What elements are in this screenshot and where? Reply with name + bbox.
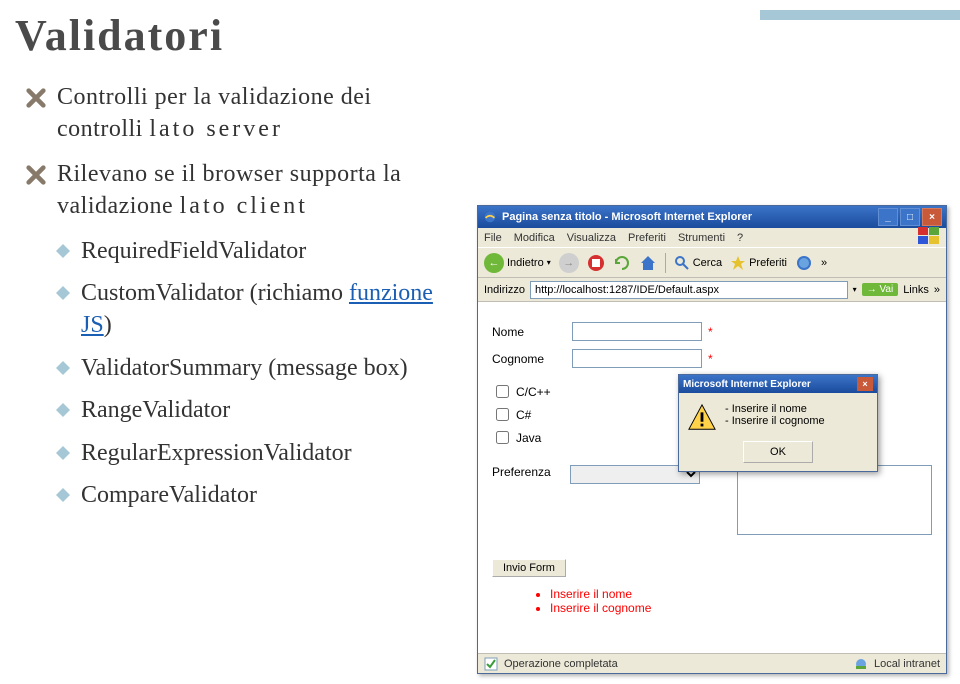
menu-view[interactable]: Visualizza	[567, 232, 616, 244]
msgbox-line1: - Inserire il nome	[725, 403, 825, 415]
fav-button[interactable]: Preferiti	[730, 255, 787, 271]
diamond-bullet-icon	[55, 445, 71, 461]
err-nome: Inserire il nome	[550, 587, 932, 601]
ie-app-icon	[482, 209, 498, 225]
row-cognome: Cognome *	[492, 349, 932, 368]
go-button[interactable]: → Vai	[862, 283, 899, 296]
menu-tools[interactable]: Strumenti	[678, 232, 725, 244]
row-nome: Nome *	[492, 322, 932, 341]
item-range: RangeValidator	[55, 394, 460, 426]
x-bullet-icon	[25, 87, 47, 109]
media-button[interactable]	[795, 254, 813, 272]
slide-content: Controlli per la validazione dei control…	[25, 81, 460, 511]
addr-input[interactable]	[530, 281, 848, 299]
back-button[interactable]: ← Indietro ▾	[484, 253, 551, 273]
minimize-button[interactable]: _	[878, 208, 898, 226]
status-right: Local intranet	[874, 658, 940, 670]
chk-csharp-box[interactable]	[496, 408, 509, 421]
cognome-input[interactable]	[572, 349, 702, 368]
diamond-bullet-icon	[55, 360, 71, 376]
ie-menubar[interactable]: File Modifica Visualizza Preferiti Strum…	[478, 228, 946, 248]
item-custom-pre: CustomValidator (richiamo	[81, 280, 349, 306]
close-button[interactable]: ×	[922, 208, 942, 226]
maximize-button[interactable]: □	[900, 208, 920, 226]
item-compare: CompareValidator	[55, 479, 460, 511]
fav-label: Preferiti	[749, 257, 787, 269]
messagebox-ok-button[interactable]: OK	[743, 441, 813, 463]
addr-label: Indirizzo	[484, 284, 525, 296]
item-regex: RegularExpressionValidator	[55, 437, 460, 469]
ie-title-text: Pagina senza titolo - Microsoft Internet…	[502, 211, 752, 223]
win-logo-icon	[918, 227, 940, 248]
accent-bar	[760, 10, 960, 20]
back-label: Indietro	[507, 257, 544, 269]
done-icon	[484, 657, 498, 671]
refresh-button[interactable]	[613, 254, 631, 272]
warning-icon	[687, 403, 717, 433]
nome-label: Nome	[492, 325, 572, 339]
menu-file[interactable]: File	[484, 232, 502, 244]
item-summary-text: ValidatorSummary (message box)	[81, 352, 408, 384]
ie-window: Pagina senza titolo - Microsoft Internet…	[477, 205, 947, 674]
chk-ccpp-lbl: C/C++	[516, 385, 551, 399]
item-compare-text: CompareValidator	[81, 479, 257, 511]
bullet-server-kw: lato server	[149, 116, 283, 142]
bullet-client: Rilevano se il browser supporta la valid…	[25, 158, 460, 223]
nome-asterisk: *	[708, 325, 713, 339]
home-button[interactable]	[639, 254, 657, 272]
links-label[interactable]: Links	[903, 284, 929, 296]
item-required: RequiredFieldValidator	[55, 235, 460, 267]
menu-help[interactable]: ?	[737, 232, 743, 244]
cognome-asterisk: *	[708, 352, 713, 366]
msgbox-line2: - Inserire il cognome	[725, 415, 825, 427]
messagebox-titlebar[interactable]: Microsoft Internet Explorer ×	[679, 375, 877, 393]
status-left: Operazione completata	[504, 658, 618, 670]
messagebox-close-button[interactable]: ×	[857, 377, 873, 391]
pref-textarea[interactable]	[737, 465, 932, 535]
item-custom: CustomValidator (richiamo funzione JS)	[55, 277, 460, 342]
messagebox-title-text: Microsoft Internet Explorer	[683, 379, 811, 390]
item-summary: ValidatorSummary (message box)	[55, 352, 460, 384]
search-button[interactable]: Cerca	[674, 255, 722, 271]
chk-csharp-lbl: C#	[516, 408, 531, 422]
ie-titlebar[interactable]: Pagina senza titolo - Microsoft Internet…	[478, 206, 946, 228]
item-custom-post: )	[104, 312, 112, 338]
item-regex-text: RegularExpressionValidator	[81, 437, 352, 469]
item-required-text: RequiredFieldValidator	[81, 235, 306, 267]
chk-java-box[interactable]	[496, 431, 509, 444]
nome-input[interactable]	[572, 322, 702, 341]
forward-button[interactable]: →	[559, 253, 579, 273]
ie-addressbar: Indirizzo ▾ → Vai Links »	[478, 278, 946, 302]
diamond-bullet-icon	[55, 402, 71, 418]
err-cognome: Inserire il cognome	[550, 601, 932, 615]
submit-button[interactable]: Invio Form	[492, 559, 566, 577]
web-page: Nome * Cognome * C/C++ C# Java Preferenz…	[478, 302, 946, 653]
stop-button[interactable]	[587, 254, 605, 272]
chk-java-lbl: Java	[516, 431, 541, 445]
chk-ccpp-box[interactable]	[496, 385, 509, 398]
pref-label: Preferenza	[492, 465, 562, 479]
menu-fav[interactable]: Preferiti	[628, 232, 666, 244]
bullet-server: Controlli per la validazione dei control…	[25, 81, 460, 146]
error-list: Inserire il nome Inserire il cognome	[492, 587, 932, 615]
bullet-client-kw: lato client	[180, 193, 308, 219]
search-label: Cerca	[693, 257, 722, 269]
row-preferenza: Preferenza	[492, 465, 932, 535]
ie-toolbar: ← Indietro ▾ → Cerca Preferiti »	[478, 248, 946, 278]
ie-statusbar: Operazione completata Local intranet	[478, 653, 946, 673]
x-bullet-icon	[25, 164, 47, 186]
diamond-bullet-icon	[55, 285, 71, 301]
item-range-text: RangeValidator	[81, 394, 230, 426]
messagebox: Microsoft Internet Explorer × - Inserire…	[678, 374, 878, 472]
menu-edit[interactable]: Modifica	[514, 232, 555, 244]
diamond-bullet-icon	[55, 243, 71, 259]
cognome-label: Cognome	[492, 352, 572, 366]
intranet-icon	[854, 657, 868, 671]
diamond-bullet-icon	[55, 487, 71, 503]
